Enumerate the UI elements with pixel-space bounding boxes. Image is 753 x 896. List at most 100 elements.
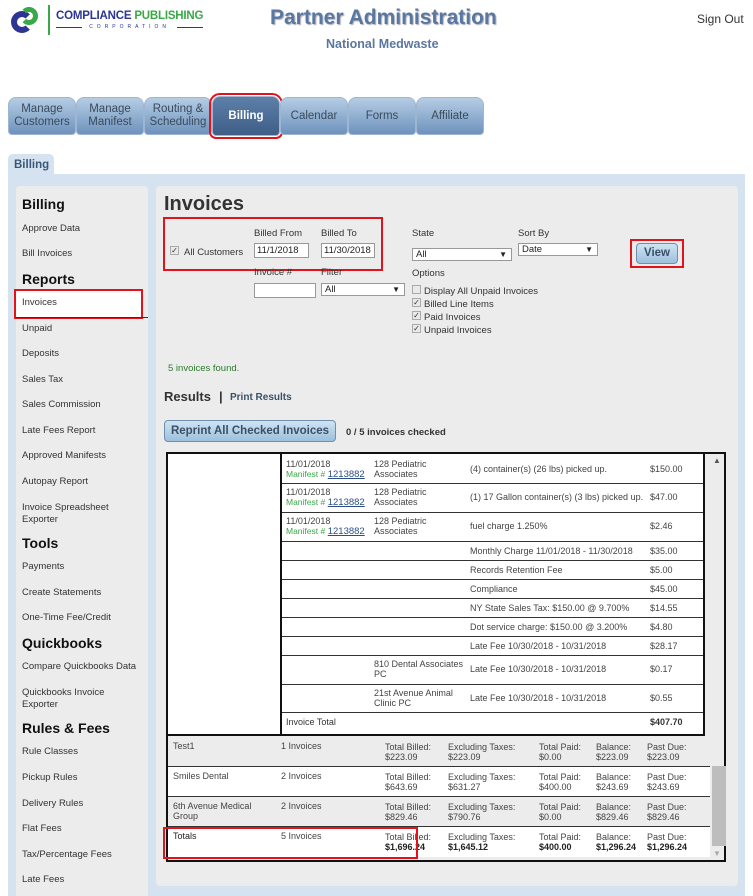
manifest-label: Manifest # (286, 497, 326, 507)
sidebar-heading-quickbooks: Quickbooks (22, 635, 103, 651)
sidebar-item-delivery-rules[interactable]: Delivery Rules (22, 798, 142, 810)
sidebar-item-pickup-rules[interactable]: Pickup Rules (22, 772, 142, 784)
page-title: Invoices (164, 193, 245, 215)
invoices-checked-status: 0 / 5 invoices checked (346, 427, 446, 438)
highlight-totals (163, 827, 418, 859)
line-item-customer: 21st Avenue Animal Clinic PC (374, 688, 453, 708)
manifest-label: Manifest # (286, 469, 326, 479)
scrollbar-thumb[interactable] (712, 766, 726, 846)
reprint-checked-invoices-button[interactable]: Reprint All Checked Invoices (164, 420, 336, 442)
state-select[interactable]: All ▼ (412, 248, 512, 261)
manifest-link[interactable]: 1213882 (328, 526, 365, 537)
tab-calendar[interactable]: Calendar (280, 97, 348, 135)
invoice-number-input[interactable] (254, 283, 316, 298)
sidebar-heading-billing: Billing (22, 196, 65, 212)
summary-balance: Balance: $1,296.24 (596, 832, 637, 852)
scroll-down-icon[interactable]: ▼ (713, 849, 721, 858)
paid-invoices-checkbox[interactable]: ✓ (412, 311, 421, 320)
sidebar-item-compare-quickbooks-data[interactable]: Compare Quickbooks Data (22, 661, 142, 673)
tab-routing-scheduling[interactable]: Routing & Scheduling (144, 97, 212, 135)
line-item-description: Compliance (470, 584, 518, 594)
filter-label: Filter (321, 267, 343, 278)
page-header-title: Partner Administration (270, 6, 497, 29)
all-customers-label: All Customers (184, 247, 244, 258)
sort-by-select[interactable]: Date ▼ (518, 243, 598, 256)
sidebar-item-sales-commission[interactable]: Sales Commission (22, 399, 142, 411)
summary-invoice-count: 2 Invoices (281, 771, 322, 781)
line-item-date: 11/01/2018 Manifest # 1213882 (286, 516, 365, 537)
line-item-amount: $35.00 (650, 546, 678, 556)
sidebar-item-approved-manifests[interactable]: Approved Manifests (22, 450, 142, 462)
manifest-label: Manifest # (286, 526, 326, 536)
summary-balance: Balance: $243.69 (596, 772, 632, 792)
line-item-description: fuel charge 1.250% (470, 521, 548, 531)
line-item-amount: $0.55 (650, 693, 673, 703)
company-logo[interactable]: COMPLIANCE PUBLISHING CORPORATION (10, 5, 204, 35)
manifest-link[interactable]: 1213882 (328, 497, 365, 508)
sidebar-item-deposits[interactable]: Deposits (22, 348, 142, 360)
sidebar-item-autopay-report[interactable]: Autopay Report (22, 476, 142, 488)
sidebar-item-quickbooks-invoice-exporter[interactable]: Quickbooks Invoice Exporter (22, 687, 117, 711)
billed-to-input[interactable] (321, 243, 375, 258)
sidebar-item-bill-invoices[interactable]: Bill Invoices (22, 248, 142, 260)
summary-customer: Test1 (173, 741, 195, 751)
print-results-link[interactable]: Print Results (230, 392, 292, 403)
state-label: State (412, 228, 435, 239)
manifest-link[interactable]: 1213882 (328, 469, 365, 480)
line-item-customer: 128 Pediatric Associates (374, 516, 427, 536)
options-label: Options (412, 268, 445, 279)
line-item-amount: $2.46 (650, 521, 673, 531)
line-item-description: (1) 17 Gallon container(s) (3 lbs) picke… (470, 492, 644, 502)
line-item-amount: $4.80 (650, 622, 673, 632)
billed-from-input[interactable] (254, 243, 309, 258)
sidebar-item-tax-percentage-fees[interactable]: Tax/Percentage Fees (22, 849, 142, 861)
sidebar-item-late-fees-report[interactable]: Late Fees Report (22, 425, 142, 437)
billed-from-label: Billed From (254, 228, 303, 239)
summary-excl-taxes: Excluding Taxes: $223.09 (448, 742, 516, 762)
sidebar-item-payments[interactable]: Payments (22, 561, 142, 573)
billed-line-items-checkbox[interactable]: ✓ (412, 298, 421, 307)
sidebar-item-invoices[interactable]: Invoices (22, 297, 142, 309)
sidebar-item-approve-data[interactable]: Approve Data (22, 223, 142, 235)
sidebar-item-invoice-spreadsheet-exporter[interactable]: Invoice Spreadsheet Exporter (22, 502, 117, 526)
sidebar-item-create-statements[interactable]: Create Statements (22, 587, 142, 599)
invoice-number-label: Invoice # (254, 267, 293, 278)
display-all-unpaid-label: Display All Unpaid Invoices (424, 286, 539, 297)
subtab-strip (8, 174, 745, 182)
filter-select[interactable]: All ▼ (321, 283, 405, 296)
sidebar-item-rule-classes[interactable]: Rule Classes (22, 746, 142, 758)
summary-past-due: Past Due: $223.09 (647, 742, 687, 762)
line-item-date: 11/01/2018 Manifest # 1213882 (286, 459, 365, 480)
line-item-description: Dot service charge: $150.00 @ 3.200% (470, 622, 628, 632)
company-name: National Medwaste (326, 37, 439, 51)
unpaid-invoices-checkbox[interactable]: ✓ (412, 324, 421, 333)
line-item-amount: $45.00 (650, 584, 678, 594)
view-button[interactable]: View (636, 243, 678, 264)
logo-text: COMPLIANCE PUBLISHING (56, 10, 204, 22)
line-item-amount: $47.00 (650, 492, 678, 502)
sidebar-item-unpaid[interactable]: Unpaid (22, 323, 142, 335)
summary-total-billed: Total Billed: $829.46 (385, 802, 432, 822)
all-customers-checkbox[interactable]: ✓ (170, 246, 179, 255)
sidebar-item-flat-fees[interactable]: Flat Fees (22, 823, 142, 835)
summary-total-paid: Total Paid: $0.00 (539, 742, 582, 762)
summary-excl-taxes: Excluding Taxes: $631.27 (448, 772, 516, 792)
sign-out-link[interactable]: Sign Out (697, 12, 744, 26)
tab-manage-manifest[interactable]: Manage Manifest (76, 97, 144, 135)
summary-excl-taxes: Excluding Taxes: $1,645.12 (448, 832, 516, 852)
dropdown-arrow-icon: ▼ (585, 245, 593, 254)
subtab-billing[interactable]: Billing (8, 154, 54, 176)
summary-balance: Balance: $223.09 (596, 742, 632, 762)
line-item-customer: 810 Dental Associates PC (374, 659, 464, 679)
invoice-total-amount: $407.70 (650, 717, 683, 727)
sidebar-item-one-time-fee-credit[interactable]: One-Time Fee/Credit (22, 612, 142, 624)
display-all-unpaid-checkbox[interactable]: ✓ (412, 285, 421, 294)
tab-affiliate[interactable]: Affiliate (416, 97, 484, 135)
sidebar-heading-reports: Reports (22, 271, 75, 287)
sidebar-item-sales-tax[interactable]: Sales Tax (22, 374, 142, 386)
tab-manage-customers[interactable]: Manage Customers (8, 97, 76, 135)
sidebar-item-late-fees[interactable]: Late Fees (22, 874, 142, 886)
scroll-up-icon[interactable]: ▲ (713, 456, 721, 465)
tab-forms[interactable]: Forms (348, 97, 416, 135)
tab-billing[interactable]: Billing (209, 93, 283, 139)
